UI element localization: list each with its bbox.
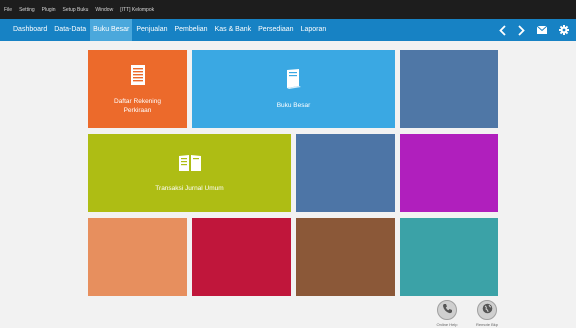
tile-buku-besar-label: Buku Besar [276,102,311,109]
online-help-label: Online Help [436,322,458,327]
tile-salmon[interactable] [88,218,187,296]
online-help-button[interactable] [437,300,457,320]
nav-bar: Dashboard Data-Data Buku Besar Penjualan… [0,19,576,41]
phone-icon [442,301,453,319]
tile-daftar-rekening[interactable]: Daftar Rekening Perkiraan [88,50,187,128]
tile-buku-besar[interactable]: Buku Besar [192,50,395,128]
gear-icon[interactable] [559,19,569,41]
tab-pembelian[interactable]: Pembelian [171,19,210,41]
menu-plugin[interactable]: Plugin [42,7,56,13]
tile-transaksi-jurnal-label: Transaksi Jurnal Umum [155,185,224,192]
book-icon [285,68,303,95]
menu-setting[interactable]: Setting [19,7,35,13]
chevron-right-icon[interactable] [518,19,525,41]
open-book-icon [177,153,203,178]
tile-transaksi-jurnal[interactable]: Transaksi Jurnal Umum [88,134,291,212]
nav-actions [487,19,569,41]
tab-buku-besar[interactable]: Buku Besar [90,19,133,41]
tab-penjualan[interactable]: Penjualan [133,19,170,41]
ledger-icon [130,64,146,91]
remote-label: Remote Bkp [475,322,498,327]
tab-laporan[interactable]: Laporan [298,19,330,41]
menu-file[interactable]: File [4,7,12,13]
tab-kas-bank[interactable]: Kas & Bank [212,19,255,41]
menu-bar: File Setting Plugin Setup Buku Window [I… [0,0,576,19]
tab-dashboard[interactable]: Dashboard [10,19,50,41]
globe-icon [482,301,493,319]
chevron-left-icon[interactable] [499,19,506,41]
tile-teal[interactable] [400,218,498,296]
menu-setup-buku[interactable]: Setup Buku [63,7,89,13]
tile-crimson[interactable] [192,218,291,296]
tile-daftar-rekening-label: Daftar Rekening Perkiraan [114,97,161,114]
tile-brown[interactable] [296,218,395,296]
tab-data-data[interactable]: Data-Data [51,19,89,41]
tab-persediaan[interactable]: Persediaan [255,19,296,41]
tile-steel-blue-mid[interactable] [296,134,395,212]
tile-steel-blue-top[interactable] [400,50,498,128]
remote-button[interactable] [477,300,497,320]
menu-company[interactable]: [ITT] Kelompok [120,7,154,13]
menu-window[interactable]: Window [95,7,113,13]
mail-icon[interactable] [537,19,547,41]
tile-purple[interactable] [400,134,498,212]
